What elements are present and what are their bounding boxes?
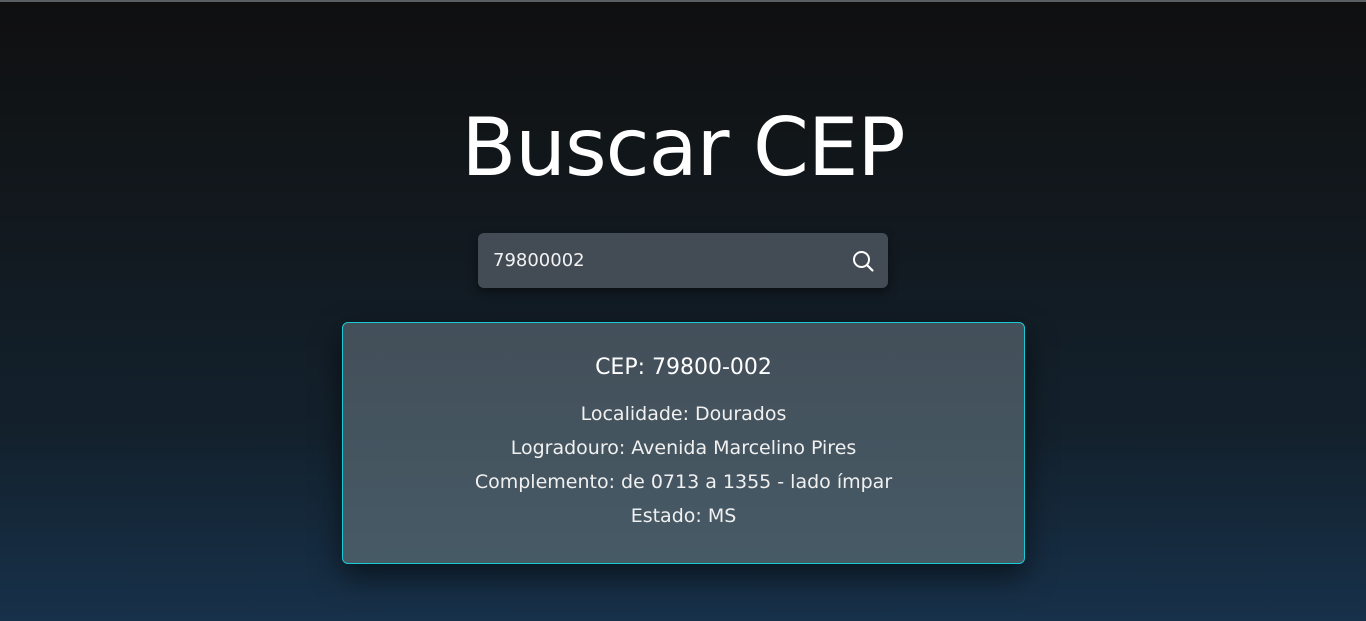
result-localidade: Localidade: Dourados (580, 403, 787, 425)
top-border (0, 0, 1366, 2)
search-icon (853, 251, 874, 272)
search-button[interactable] (844, 242, 882, 280)
result-logradouro: Logradouro: Avenida Marcelino Pires (510, 437, 857, 459)
cep-input[interactable] (478, 233, 838, 288)
result-estado: Estado: MS (630, 505, 737, 527)
search-box (478, 233, 888, 288)
result-complemento: Complemento: de 0713 a 1355 - lado ímpar (474, 471, 893, 493)
page-title: Buscar CEP (461, 101, 905, 194)
result-cep-heading: CEP: 79800-002 (595, 355, 772, 380)
result-card: CEP: 79800-002 Localidade: Dourados Logr… (342, 322, 1025, 564)
